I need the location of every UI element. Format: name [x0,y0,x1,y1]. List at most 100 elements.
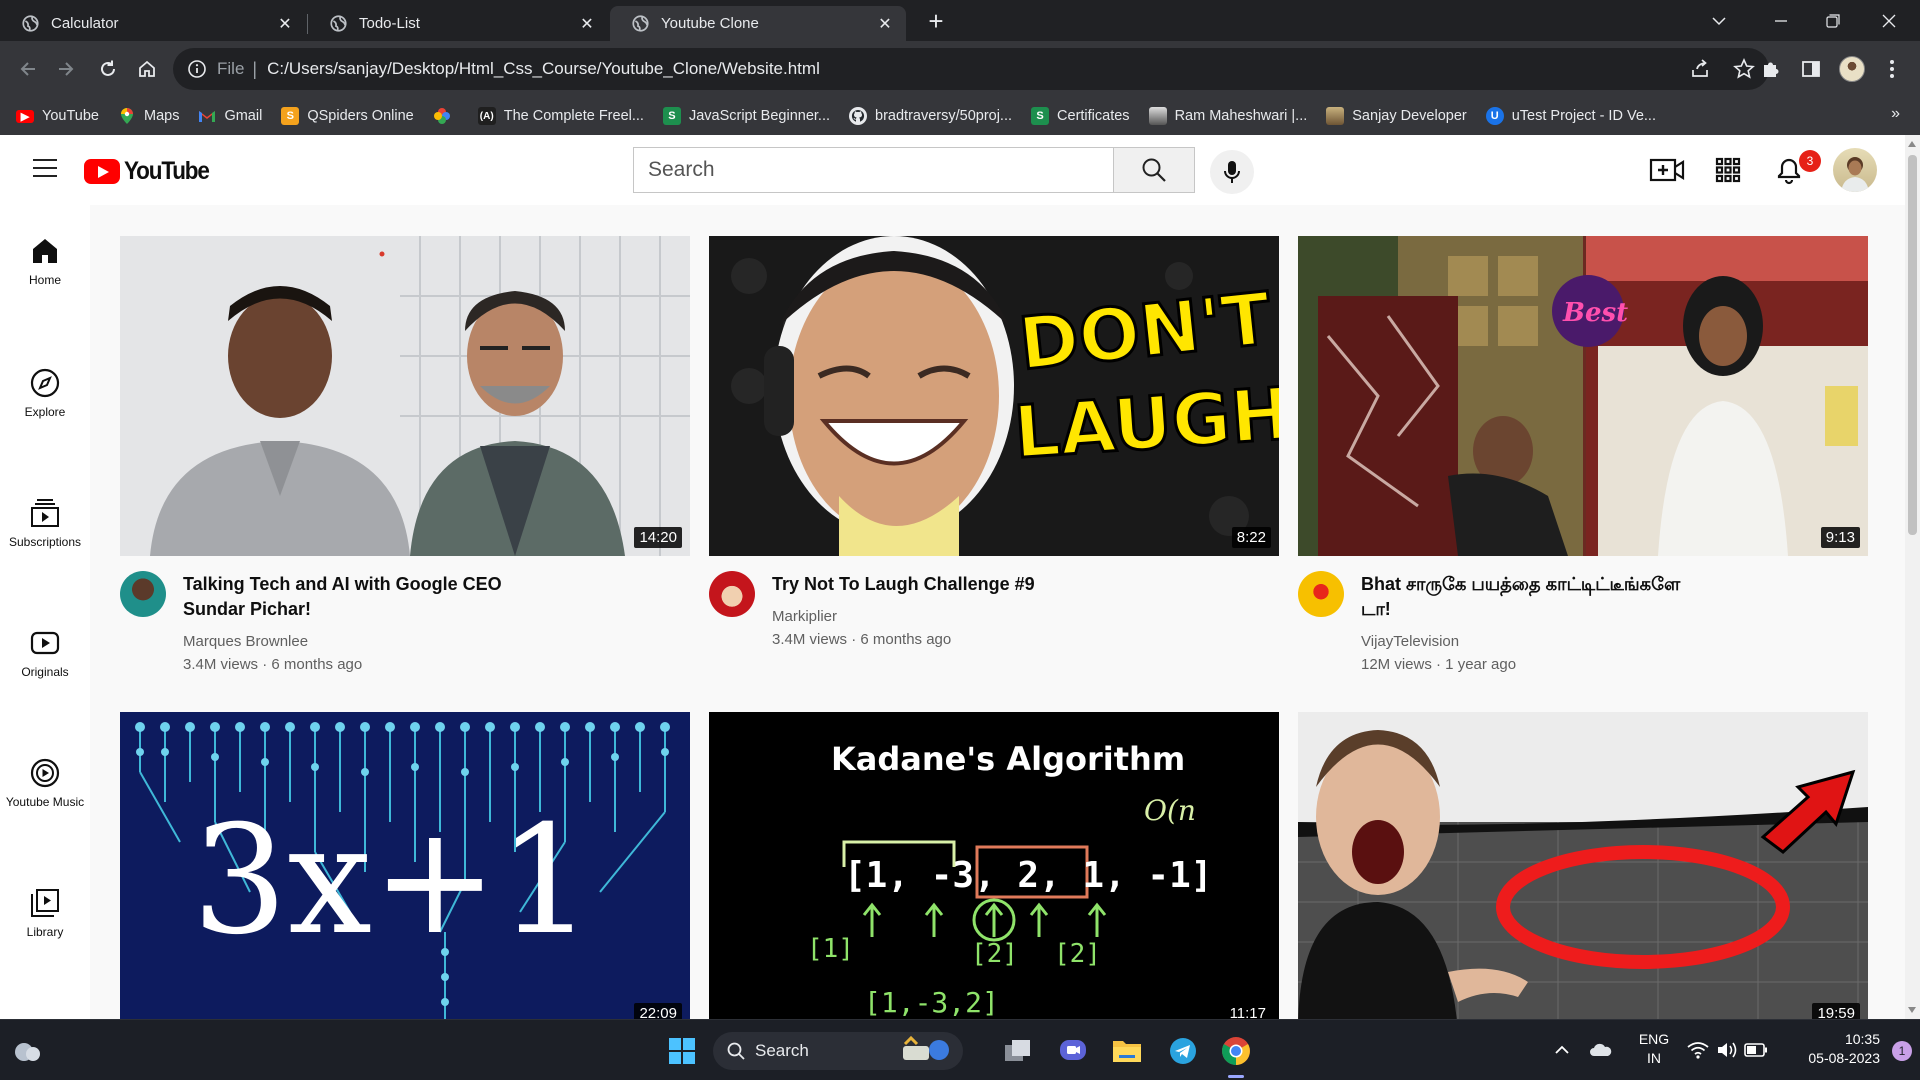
minimize-button[interactable] [1758,6,1804,36]
sidebar-item-originals[interactable]: Originals [0,627,90,717]
channel-avatar[interactable] [1298,571,1344,617]
voice-search-button[interactable] [1210,150,1254,194]
apps-button[interactable] [1709,151,1747,189]
reload-icon [101,60,115,76]
windows-taskbar: Search ENG IN 10:35 05-08-2023 1 [0,1019,1920,1080]
account-avatar[interactable] [1833,148,1877,192]
start-button[interactable] [664,1033,700,1069]
video-thumbnail[interactable]: Best 9:13 [1298,236,1868,556]
url-text[interactable]: C:/Users/sanjay/Desktop/Html_Css_Course/… [267,59,820,79]
video-title[interactable]: Try Not To Laugh Challenge #9 [772,572,1102,597]
video-meta: 12M views · 1 year ago [1361,656,1517,673]
video-thumbnail[interactable]: 3x+1 22:09 [120,712,690,1019]
library-icon [31,889,59,917]
tab-calculator[interactable]: Calculator ✕ [0,6,306,41]
battery-icon[interactable] [1744,1043,1768,1057]
close-window-button[interactable] [1866,6,1912,36]
bookmark-photos[interactable] [433,107,459,125]
more-bookmarks-button[interactable]: » [1891,105,1900,123]
share-icon[interactable] [1689,58,1711,80]
thumbnail-title-text: Kadane's Algorithm [831,740,1185,778]
close-icon[interactable]: ✕ [276,14,294,34]
address-bar[interactable]: File | C:/Users/sanjay/Desktop/Html_Css_… [173,48,1769,90]
sidebar-item-youtube-music[interactable]: Youtube Music [0,757,90,847]
video-title[interactable]: Bhat சாருகே பயத்தை காட்டிட்டீங்களே டா! [1361,572,1691,622]
bookmark-certificates[interactable]: S Certificates [1031,107,1130,125]
scroll-down-arrow-icon[interactable] [1908,1007,1916,1013]
onedrive-cloud-icon[interactable] [1589,1042,1613,1058]
channel-name[interactable]: Markiplier [772,608,837,625]
home-button[interactable] [133,55,161,83]
chrome-button[interactable] [1218,1033,1254,1078]
language-indicator[interactable]: ENG IN [1634,1030,1674,1068]
volume-icon[interactable] [1716,1041,1738,1059]
bookmark-ram-maheshwari[interactable]: Ram Maheshwari |... [1148,107,1307,125]
video-thumbnail[interactable]: Kadane's Algorithm O(n [1, -3, 2, 1, -1]… [709,712,1279,1019]
channel-avatar[interactable] [709,571,755,617]
create-video-button[interactable] [1648,151,1686,189]
video-meta: 3.4M views · 6 months ago [183,656,363,673]
chevron-down-icon [1712,17,1726,26]
hamburger-menu-icon[interactable] [33,159,57,179]
channel-name[interactable]: Marques Brownlee [183,633,308,650]
menu-button[interactable] [1878,55,1906,83]
close-icon[interactable]: ✕ [578,14,596,34]
maps-icon [118,107,136,125]
extensions-button[interactable] [1757,55,1785,83]
channel-avatar[interactable] [120,571,166,617]
bookmark-qspiders[interactable]: S QSpiders Online [281,107,414,125]
tab-search-button[interactable] [1696,6,1742,36]
page-scrollbar[interactable] [1905,135,1920,1019]
notification-center-badge[interactable]: 1 [1892,1041,1912,1061]
bookmark-sanjay-developer[interactable]: Sanjay Developer [1326,107,1467,125]
back-button[interactable] [14,55,42,83]
wifi-icon[interactable] [1687,1041,1709,1059]
video-thumbnail[interactable]: DON'T LAUGH 8:22 [709,236,1279,556]
bookmarks-bar: ▶ YouTube Maps Gmail S QSpiders Online (A)… [0,97,1920,135]
weather-widget[interactable] [10,1033,46,1069]
sidebar-item-library[interactable]: Library [0,887,90,977]
telegram-button[interactable] [1165,1033,1201,1069]
video-thumbnail[interactable]: 14:20 [120,236,690,556]
thumbnail-image: DON'T LAUGH [709,236,1279,556]
channel-name[interactable]: VijayTelevision [1361,633,1459,650]
search-button[interactable] [1113,147,1195,193]
scroll-up-arrow-icon[interactable] [1908,141,1916,147]
teams-button[interactable] [1055,1033,1091,1069]
task-view-button[interactable] [1000,1033,1036,1069]
bookmark-utest[interactable]: UuTest Project - ID Ve... [1485,107,1656,125]
bookmark-gmail[interactable]: Gmail [198,107,262,125]
close-icon[interactable]: ✕ [876,14,894,34]
bookmark-freelance[interactable]: (A) The Complete Freel... [477,107,644,125]
bookmark-javascript[interactable]: S JavaScript Beginner... [662,107,830,125]
forward-button[interactable] [52,55,80,83]
taskbar-search-box[interactable]: Search [713,1032,963,1070]
search-input[interactable]: Search [633,147,1123,193]
notifications-button[interactable]: 3 [1770,150,1821,189]
info-icon[interactable] [187,59,207,79]
reload-button[interactable] [94,55,122,83]
side-panel-button[interactable] [1797,55,1825,83]
globe-icon [22,15,39,32]
video-title[interactable]: Talking Tech and AI with Google CEO Sund… [183,572,513,622]
sidebar-item-home[interactable]: Home [0,235,90,325]
tab-youtube-clone[interactable]: Youtube Clone ✕ [610,6,906,41]
sidebar-item-subscriptions[interactable]: Subscriptions [0,497,90,587]
tab-todo-list[interactable]: Todo-List ✕ [308,6,608,41]
chevron-up-icon[interactable] [1554,1045,1570,1055]
file-explorer-button[interactable] [1109,1033,1145,1069]
side-panel-icon [1802,61,1820,77]
scrollbar-thumb[interactable] [1908,155,1917,535]
bookmark-youtube[interactable]: ▶ YouTube [16,108,99,124]
youtube-logo[interactable]: YouTube [84,157,218,186]
bookmark-github[interactable]: bradtraversy/50proj... [849,107,1012,125]
clock[interactable]: 10:35 05-08-2023 [1780,1030,1880,1068]
video-thumbnail[interactable]: 19:59 [1298,712,1868,1019]
restore-button[interactable] [1810,6,1856,36]
new-tab-button[interactable]: + [922,8,950,36]
bookmark-label: Certificates [1057,108,1130,124]
bookmark-maps[interactable]: Maps [118,107,179,125]
star-icon[interactable] [1733,58,1755,80]
sidebar-item-explore[interactable]: Explore [0,367,90,457]
profile-button[interactable] [1838,55,1866,83]
